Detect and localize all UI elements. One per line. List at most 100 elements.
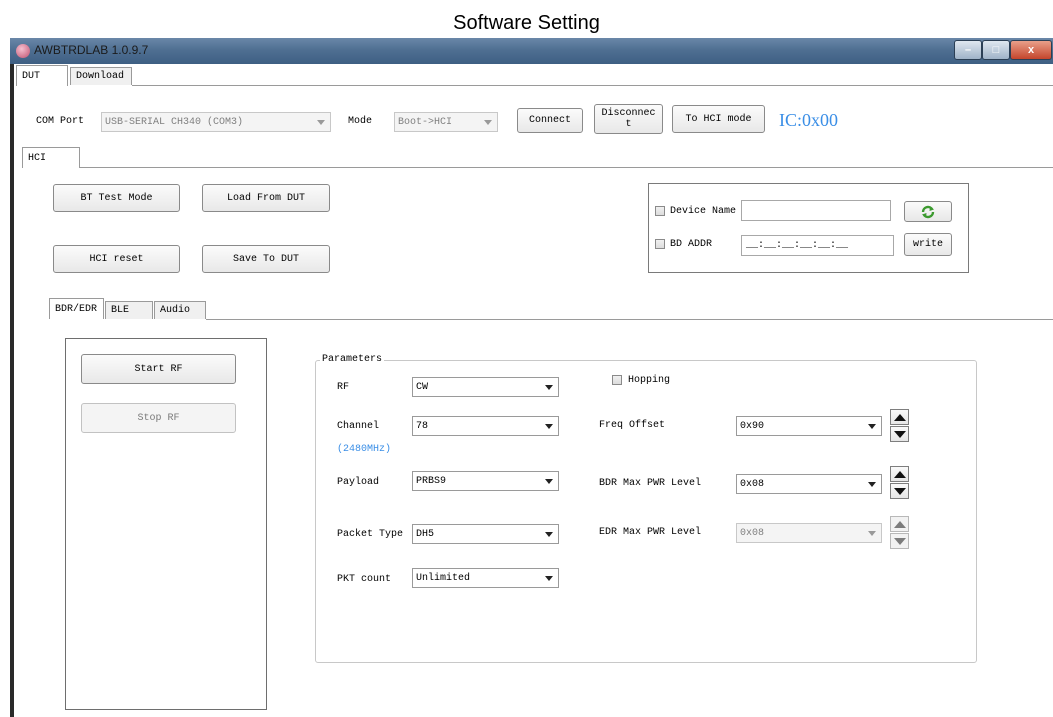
- arrow-down-icon: [893, 487, 906, 495]
- mode-label: Mode: [348, 116, 373, 127]
- hopping-checkbox[interactable]: [612, 375, 622, 385]
- app-icon: [16, 44, 30, 58]
- bt-test-mode-button[interactable]: BT Test Mode: [53, 184, 180, 212]
- payload-label: Payload: [337, 477, 380, 488]
- refresh-button[interactable]: [904, 201, 952, 222]
- chevron-down-icon: [868, 482, 876, 487]
- com-port-select[interactable]: USB-SERIAL CH340 (COM3): [101, 112, 331, 132]
- com-port-label: COM Port: [36, 116, 85, 127]
- tab-bdr-edr[interactable]: BDR/EDR: [49, 298, 104, 319]
- mode-select[interactable]: Boot->HCI: [394, 112, 498, 132]
- channel-label: Channel: [337, 421, 380, 432]
- rf-select[interactable]: CW: [412, 377, 559, 397]
- pkt-count-select[interactable]: Unlimited: [412, 568, 559, 588]
- arrow-up-icon: [893, 413, 906, 421]
- start-rf-button[interactable]: Start RF: [81, 354, 236, 384]
- bt-test-mode-label: BT Test Mode: [80, 192, 153, 204]
- load-from-dut-button[interactable]: Load From DUT: [202, 184, 330, 212]
- bdr-max-pwr-up-button[interactable]: [890, 466, 909, 482]
- tab-download[interactable]: Download: [70, 67, 132, 85]
- pkt-count-label: PKT count: [337, 574, 392, 585]
- edr-max-pwr-label: EDR Max PWR Level: [599, 527, 702, 538]
- packet-type-value: DH5: [416, 528, 435, 540]
- close-button[interactable]: x: [1010, 40, 1052, 60]
- bd-addr-checkbox[interactable]: [655, 239, 665, 249]
- tab-ble[interactable]: BLE: [105, 301, 153, 319]
- channel-select[interactable]: 78: [412, 416, 559, 436]
- com-port-value: USB-SERIAL CH340 (COM3): [105, 116, 244, 128]
- minimize-button[interactable]: –: [954, 40, 982, 60]
- to-hci-mode-button[interactable]: To HCI mode: [672, 105, 765, 133]
- device-name-input[interactable]: [741, 200, 891, 221]
- freq-offset-down-button[interactable]: [890, 426, 909, 442]
- bdr-max-pwr-value: 0x08: [740, 478, 765, 490]
- freq-offset-value: 0x90: [740, 420, 765, 432]
- freq-offset-up-button[interactable]: [890, 409, 909, 425]
- chevron-down-icon: [545, 576, 553, 581]
- channel-value: 78: [416, 420, 429, 432]
- disconnect-label-line2: t: [625, 119, 632, 130]
- disconnect-label-line1: Disconnec: [601, 108, 656, 119]
- bdr-max-pwr-label: BDR Max PWR Level: [599, 478, 702, 489]
- hci-tab-divider: [80, 167, 1053, 168]
- chevron-down-icon: [545, 385, 553, 390]
- payload-value: PRBS9: [416, 475, 447, 487]
- packet-type-select[interactable]: DH5: [412, 524, 559, 544]
- hopping-label: Hopping: [628, 375, 671, 386]
- start-rf-label: Start RF: [134, 363, 183, 375]
- window-titlebar[interactable]: AWBTRDLAB 1.0.9.7 – □ x: [10, 38, 1053, 64]
- bdr-max-pwr-select[interactable]: 0x08: [736, 474, 882, 494]
- chevron-down-icon: [484, 120, 492, 125]
- rf-label: RF: [337, 382, 350, 393]
- document-title: Software Setting: [453, 12, 600, 34]
- load-from-dut-label: Load From DUT: [226, 192, 305, 204]
- chevron-down-icon: [868, 424, 876, 429]
- stop-rf-button[interactable]: Stop RF: [81, 403, 236, 433]
- pkt-count-value: Unlimited: [416, 572, 471, 584]
- freq-offset-label: Freq Offset: [599, 420, 666, 431]
- bdr-max-pwr-down-button[interactable]: [890, 483, 909, 499]
- tab-audio[interactable]: Audio: [154, 301, 206, 319]
- disconnect-button[interactable]: Disconnec t: [594, 104, 663, 134]
- write-button[interactable]: write: [904, 233, 952, 256]
- tab-hci[interactable]: HCI: [22, 147, 80, 168]
- arrow-down-icon: [893, 537, 906, 545]
- device-name-checkbox[interactable]: [655, 206, 665, 216]
- tab-dut[interactable]: DUT: [16, 65, 68, 86]
- connect-label: Connect: [528, 115, 571, 126]
- parameters-group: [315, 360, 977, 663]
- payload-select[interactable]: PRBS9: [412, 471, 559, 491]
- window-title: AWBTRDLAB 1.0.9.7: [34, 43, 149, 57]
- to-hci-mode-label: To HCI mode: [685, 113, 752, 125]
- chevron-down-icon: [545, 424, 553, 429]
- chevron-down-icon: [545, 479, 553, 484]
- mode-value: Boot->HCI: [398, 116, 453, 128]
- edr-max-pwr-select[interactable]: 0x08: [736, 523, 882, 543]
- device-name-label: Device Name: [670, 206, 737, 217]
- maximize-button[interactable]: □: [982, 40, 1010, 60]
- hci-reset-label: HCI reset: [89, 253, 144, 265]
- device-settings-box: [648, 183, 969, 273]
- channel-frequency: (2480MHz): [337, 444, 392, 455]
- tab-strip-divider: [132, 85, 1053, 86]
- minimize-icon: –: [964, 44, 972, 56]
- rf-control-panel: [65, 338, 267, 710]
- connect-button[interactable]: Connect: [517, 108, 583, 133]
- hci-reset-button[interactable]: HCI reset: [53, 245, 180, 273]
- stop-rf-label: Stop RF: [137, 412, 180, 424]
- save-to-dut-button[interactable]: Save To DUT: [202, 245, 330, 273]
- maximize-icon: □: [992, 44, 1000, 56]
- ic-status-label: IC:0x00: [779, 110, 839, 130]
- edr-max-pwr-down-button[interactable]: [890, 533, 909, 549]
- packet-type-label: Packet Type: [337, 529, 404, 540]
- chevron-down-icon: [868, 531, 876, 536]
- rf-value: CW: [416, 381, 429, 393]
- write-label: write: [912, 239, 943, 250]
- bd-addr-input[interactable]: __:__:__:__:__:__: [741, 235, 894, 256]
- bd-addr-label: BD ADDR: [670, 239, 713, 250]
- arrow-down-icon: [893, 430, 906, 438]
- subtab-divider: [206, 319, 1053, 320]
- freq-offset-select[interactable]: 0x90: [736, 416, 882, 436]
- edr-max-pwr-up-button[interactable]: [890, 516, 909, 532]
- close-icon: x: [1027, 44, 1035, 56]
